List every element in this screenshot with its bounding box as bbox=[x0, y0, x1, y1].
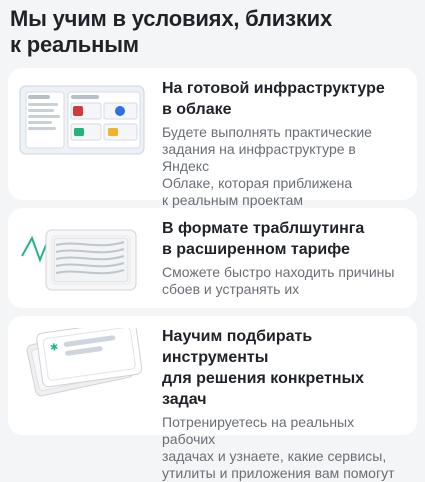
card-description: Будете выполнять практические задания на… bbox=[162, 124, 372, 208]
card-description: Потренируетесь на реальных рабочих задач… bbox=[162, 414, 395, 481]
card-title: В формате траблшутинга в расширенном тар… bbox=[162, 220, 365, 258]
card-content: В формате траблшутинга в расширенном тар… bbox=[162, 218, 405, 298]
card-title: На готовой инфраструктуре в облаке bbox=[162, 80, 385, 118]
cloud-dashboard-illustration bbox=[18, 80, 146, 158]
feature-card-cloud: На готовой инфраструктуре в облаке Будет… bbox=[8, 68, 417, 208]
tool-cards-illustration: ✱ bbox=[18, 320, 146, 406]
card-content: На готовой инфраструктуре в облаке Будет… bbox=[162, 78, 405, 209]
card-title: Научим подбирать инструменты для решения… bbox=[162, 328, 365, 408]
troubleshooting-window-illustration bbox=[18, 220, 146, 298]
feature-card-tools: ✱ Научим подбирать инструменты для решен… bbox=[8, 316, 417, 481]
svg-text:✱: ✱ bbox=[49, 342, 59, 354]
landing-section: Мы учим в условиях, близких к реальным Н… bbox=[0, 0, 425, 481]
feature-cards: На готовой инфраструктуре в облаке Будет… bbox=[8, 68, 417, 481]
card-description: Сможете быстро находить причины сбоев и … bbox=[162, 264, 395, 297]
card-content: Научим подбирать инструменты для решения… bbox=[162, 326, 405, 482]
feature-card-troubleshooting: В формате траблшутинга в расширенном тар… bbox=[8, 208, 417, 308]
section-title: Мы учим в условиях, близких к реальным bbox=[10, 6, 333, 57]
